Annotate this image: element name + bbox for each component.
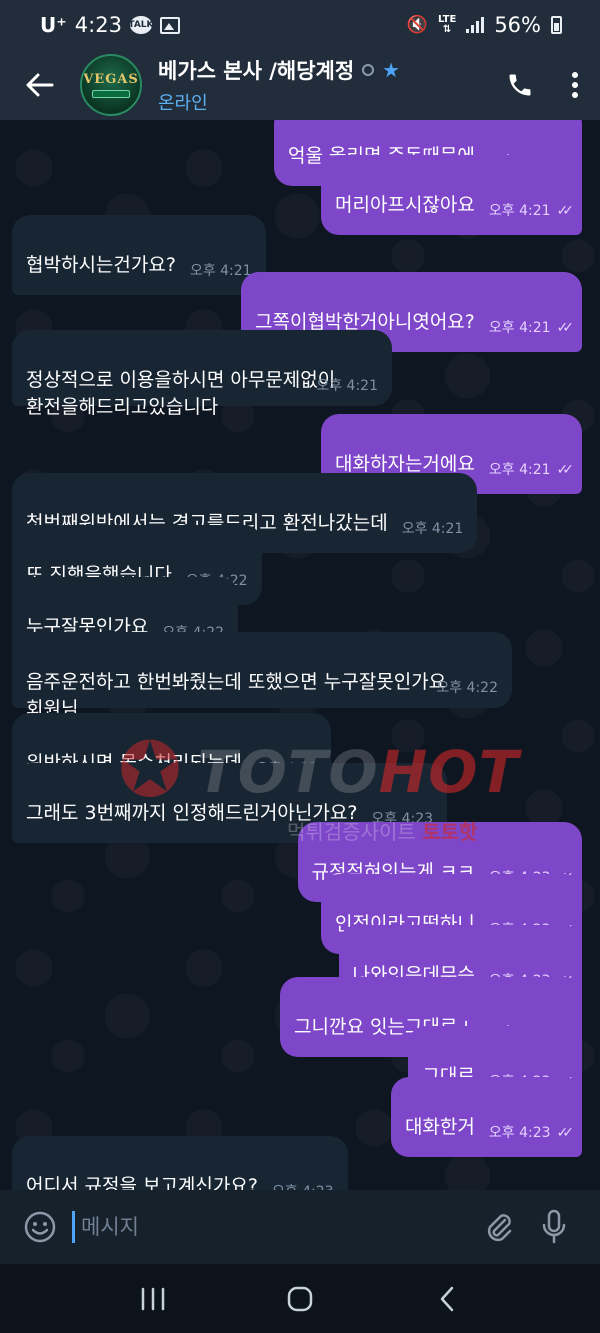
- verified-badge-icon: [362, 64, 375, 76]
- message-bubble-incoming[interactable]: 협박하시는건가요? 오후 4:21: [12, 215, 266, 295]
- arrow-left-icon: [26, 73, 54, 97]
- star-icon: ★: [382, 58, 401, 82]
- message-bubble-outgoing[interactable]: 대화한거 오후 4:23 ✓✓: [390, 1077, 582, 1157]
- double-check-icon: ✓✓: [556, 462, 575, 478]
- talk-notification-icon: TALK: [128, 16, 154, 34]
- system-back-button[interactable]: [407, 1269, 487, 1329]
- recent-apps-icon: [142, 1287, 165, 1310]
- attach-button[interactable]: [470, 1199, 526, 1255]
- chat-title-area[interactable]: 베가스 본사 /해당계정 ★ 온라인: [158, 55, 490, 115]
- chat-title: 베가스 본사 /해당계정: [158, 59, 355, 83]
- more-vertical-icon: [572, 72, 578, 98]
- double-check-icon: ✓✓: [556, 203, 575, 219]
- system-navigation-bar: [0, 1264, 600, 1333]
- back-chevron-icon: [440, 1286, 453, 1311]
- battery-percent: 56%: [494, 13, 541, 37]
- message-time: 오후 4:23: [272, 1179, 334, 1190]
- emoji-icon: [24, 1211, 56, 1243]
- message-bubble-incoming[interactable]: 음주운전하고 한번봐줬는데 또했으면 누구잘못인가요 회원님 오후 4:22: [12, 632, 512, 720]
- carrier-label: U⁺: [40, 13, 67, 37]
- status-time: 4:23: [74, 13, 122, 37]
- message-meta: 오후 4:21 ✓✓: [489, 315, 575, 342]
- home-icon: [287, 1286, 313, 1311]
- back-button[interactable]: [0, 50, 80, 120]
- message-text: 그래도 3번째까지 인정해드린거아닌가요?: [26, 802, 358, 824]
- battery-icon: [551, 16, 562, 34]
- message-time: 오후 4:22: [436, 680, 498, 696]
- message-bubble-incoming[interactable]: 어디서 규정을 보고계신가요? 오후 4:23: [12, 1136, 348, 1190]
- mute-icon: 🔇: [406, 15, 428, 35]
- more-menu-button[interactable]: [550, 50, 600, 120]
- message-list[interactable]: 억울 올리면 준돈때문에오후 4:20✓✓ 머리아프시잖아요오후 4:21✓✓ …: [0, 120, 600, 1190]
- message-meta: 오후 4:21 ✓✓: [489, 457, 575, 484]
- paperclip-icon: [487, 1214, 512, 1242]
- message-text: 대화하자는거에요: [335, 453, 475, 475]
- call-button[interactable]: [490, 50, 550, 120]
- message-text: 대화한거: [404, 1116, 475, 1138]
- double-check-icon: ✓✓: [556, 320, 575, 336]
- message-text: 협박하시는건가요?: [26, 254, 176, 276]
- chat-avatar[interactable]: VEGAS: [80, 54, 142, 116]
- chat-header: VEGAS 베가스 본사 /해당계정 ★ 온라인: [0, 50, 600, 120]
- message-composer: [0, 1190, 600, 1264]
- message-meta: 오후 4:21 ✓✓: [489, 198, 575, 225]
- phone-icon: [509, 74, 531, 96]
- lte-icon: LTE ⇅: [437, 14, 457, 35]
- status-bar: U⁺ 4:23 TALK 🔇 LTE ⇅ 56%: [0, 0, 600, 50]
- avatar-logo-button-graphic: [92, 90, 130, 98]
- message-time: 오후 4:21: [316, 378, 378, 394]
- emoji-button[interactable]: [18, 1205, 62, 1249]
- voice-button[interactable]: [526, 1199, 582, 1255]
- message-bubble-incoming[interactable]: 정상적으로 이용을하시면 아무문제없이 환전을해드리고있습니다 오후 4:21: [12, 330, 392, 418]
- message-time: 오후 4:21: [401, 521, 464, 537]
- gallery-notification-icon: [159, 16, 180, 34]
- message-bubble-outgoing[interactable]: 머리아프시잖아요 오후 4:21 ✓✓: [321, 155, 582, 235]
- avatar-logo-text: VEGAS: [83, 72, 139, 87]
- double-check-icon: ✓✓: [556, 1125, 575, 1141]
- message-text: 어디서 규정을 보고계신가요?: [26, 1175, 258, 1190]
- signal-icon: [466, 17, 485, 33]
- recent-apps-button[interactable]: [113, 1269, 193, 1329]
- message-meta: 오후 4:23✓✓: [489, 1120, 575, 1147]
- message-text: 정상적으로 이용을하시면 아무문제없이 환전을해드리고있습니다: [26, 369, 336, 418]
- message-text: 머리아프시잖아요: [335, 194, 475, 216]
- microphone-icon: [542, 1209, 566, 1244]
- home-button[interactable]: [260, 1269, 340, 1329]
- message-input[interactable]: [72, 1211, 470, 1243]
- chat-status: 온라인: [158, 93, 208, 114]
